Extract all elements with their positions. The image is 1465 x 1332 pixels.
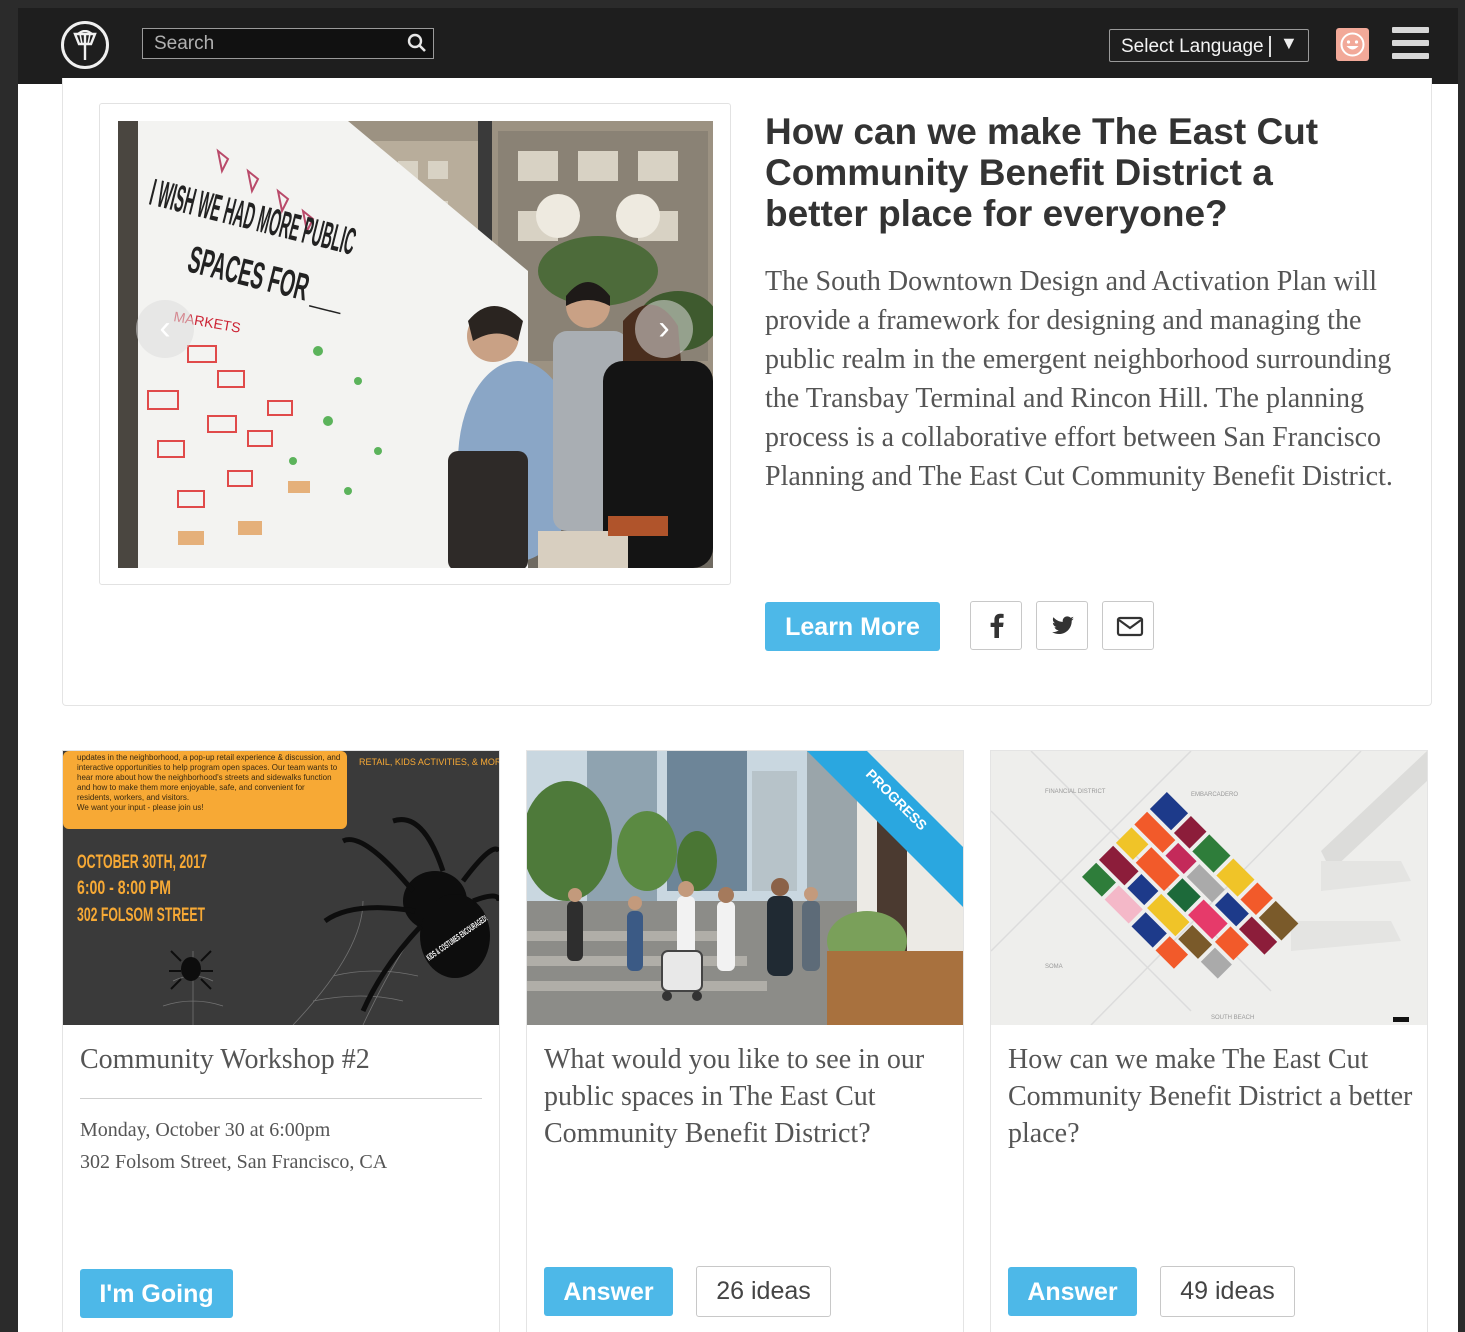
question-title[interactable]: What would you like to see in our public… bbox=[544, 1041, 954, 1152]
hero-image-carousel: I WISH WE HAD MORE PUBLIC SPACES FOR ___… bbox=[99, 103, 731, 585]
facebook-share-button[interactable] bbox=[970, 601, 1022, 650]
language-select-label: Select Language bbox=[1121, 36, 1264, 57]
flyer-place: 302 FOLSOM STREET bbox=[77, 905, 205, 926]
event-date: Monday, October 30 at 6:00pm bbox=[80, 1119, 331, 1141]
featured-project-title[interactable]: How can we make The East Cut Community B… bbox=[765, 111, 1385, 234]
email-icon bbox=[1116, 616, 1144, 637]
map-label-soma: SOMA bbox=[1045, 964, 1063, 970]
flyer-time: 6:00 - 8:00 PM bbox=[77, 878, 171, 899]
email-share-button[interactable] bbox=[1102, 601, 1154, 650]
language-select[interactable]: Select Language ▼ bbox=[1109, 29, 1309, 62]
event-card: updates in the neighborhood, a pop-up re… bbox=[62, 750, 500, 1332]
language-select-divider bbox=[1269, 36, 1271, 57]
featured-project-description: The South Downtown Design and Activation… bbox=[765, 266, 1393, 492]
card-divider bbox=[80, 1098, 482, 1099]
ideas-count-button[interactable]: 26 ideas bbox=[696, 1266, 831, 1317]
question-photo[interactable]: PROGRESS bbox=[527, 751, 963, 1025]
learn-more-button[interactable]: Learn More bbox=[765, 602, 940, 651]
map-label-south-beach: SOUTH BEACH bbox=[1211, 1015, 1254, 1021]
flyer-cta-text: We want your input - please join us! bbox=[77, 803, 204, 812]
lamp-post-logo-icon[interactable] bbox=[61, 21, 109, 69]
twitter-icon bbox=[1052, 616, 1074, 634]
ideas-count-button[interactable]: 49 ideas bbox=[1160, 1266, 1295, 1317]
map-label-embarcadero: EMBARCADERO bbox=[1191, 792, 1238, 798]
top-navigation-bar: Select Language ▼ bbox=[18, 8, 1458, 84]
flyer-tag-text: RETAIL, KIDS ACTIVITIES, & MORE bbox=[359, 757, 499, 767]
answer-button[interactable]: Answer bbox=[1008, 1267, 1137, 1316]
answer-button[interactable]: Answer bbox=[544, 1267, 673, 1316]
question-title[interactable]: How can we make The East Cut Community B… bbox=[1008, 1041, 1418, 1152]
carousel-next-button[interactable]: › bbox=[635, 300, 693, 358]
event-flyer-image[interactable]: updates in the neighborhood, a pop-up re… bbox=[63, 751, 499, 1025]
featured-project-panel: I WISH WE HAD MORE PUBLIC SPACES FOR ___… bbox=[62, 78, 1432, 706]
flyer-date: OCTOBER 30TH, 2017 bbox=[77, 852, 207, 873]
im-going-button[interactable]: I'm Going bbox=[80, 1269, 233, 1318]
main-content: I WISH WE HAD MORE PUBLIC SPACES FOR ___… bbox=[18, 78, 1458, 1332]
hero-photo: I WISH WE HAD MORE PUBLIC SPACES FOR ___… bbox=[118, 121, 713, 568]
question-card: FINANCIAL DISTRICT EMBARCADERO SOMA SOUT… bbox=[990, 750, 1428, 1332]
carousel-prev-button[interactable]: ‹ bbox=[136, 300, 194, 358]
search-icon[interactable] bbox=[407, 33, 427, 53]
district-map-image[interactable]: FINANCIAL DISTRICT EMBARCADERO SOMA SOUT… bbox=[991, 751, 1427, 1025]
event-title[interactable]: Community Workshop #2 bbox=[80, 1041, 490, 1078]
flyer-body-text: updates in the neighborhood, a pop-up re… bbox=[77, 753, 341, 802]
hamburger-menu-icon[interactable] bbox=[1392, 27, 1429, 59]
question-card: PROGRESS What would you like to see in o… bbox=[526, 750, 964, 1332]
smiley-avatar-icon[interactable] bbox=[1336, 28, 1369, 61]
event-address: 302 Folsom Street, San Francisco, CA bbox=[80, 1151, 388, 1173]
twitter-share-button[interactable] bbox=[1036, 601, 1088, 650]
search-box bbox=[142, 28, 434, 59]
facebook-icon bbox=[990, 613, 1004, 638]
dropdown-arrow-icon: ▼ bbox=[1280, 33, 1298, 53]
map-label-financial-district: FINANCIAL DISTRICT bbox=[1045, 789, 1106, 795]
search-input[interactable] bbox=[143, 29, 398, 58]
